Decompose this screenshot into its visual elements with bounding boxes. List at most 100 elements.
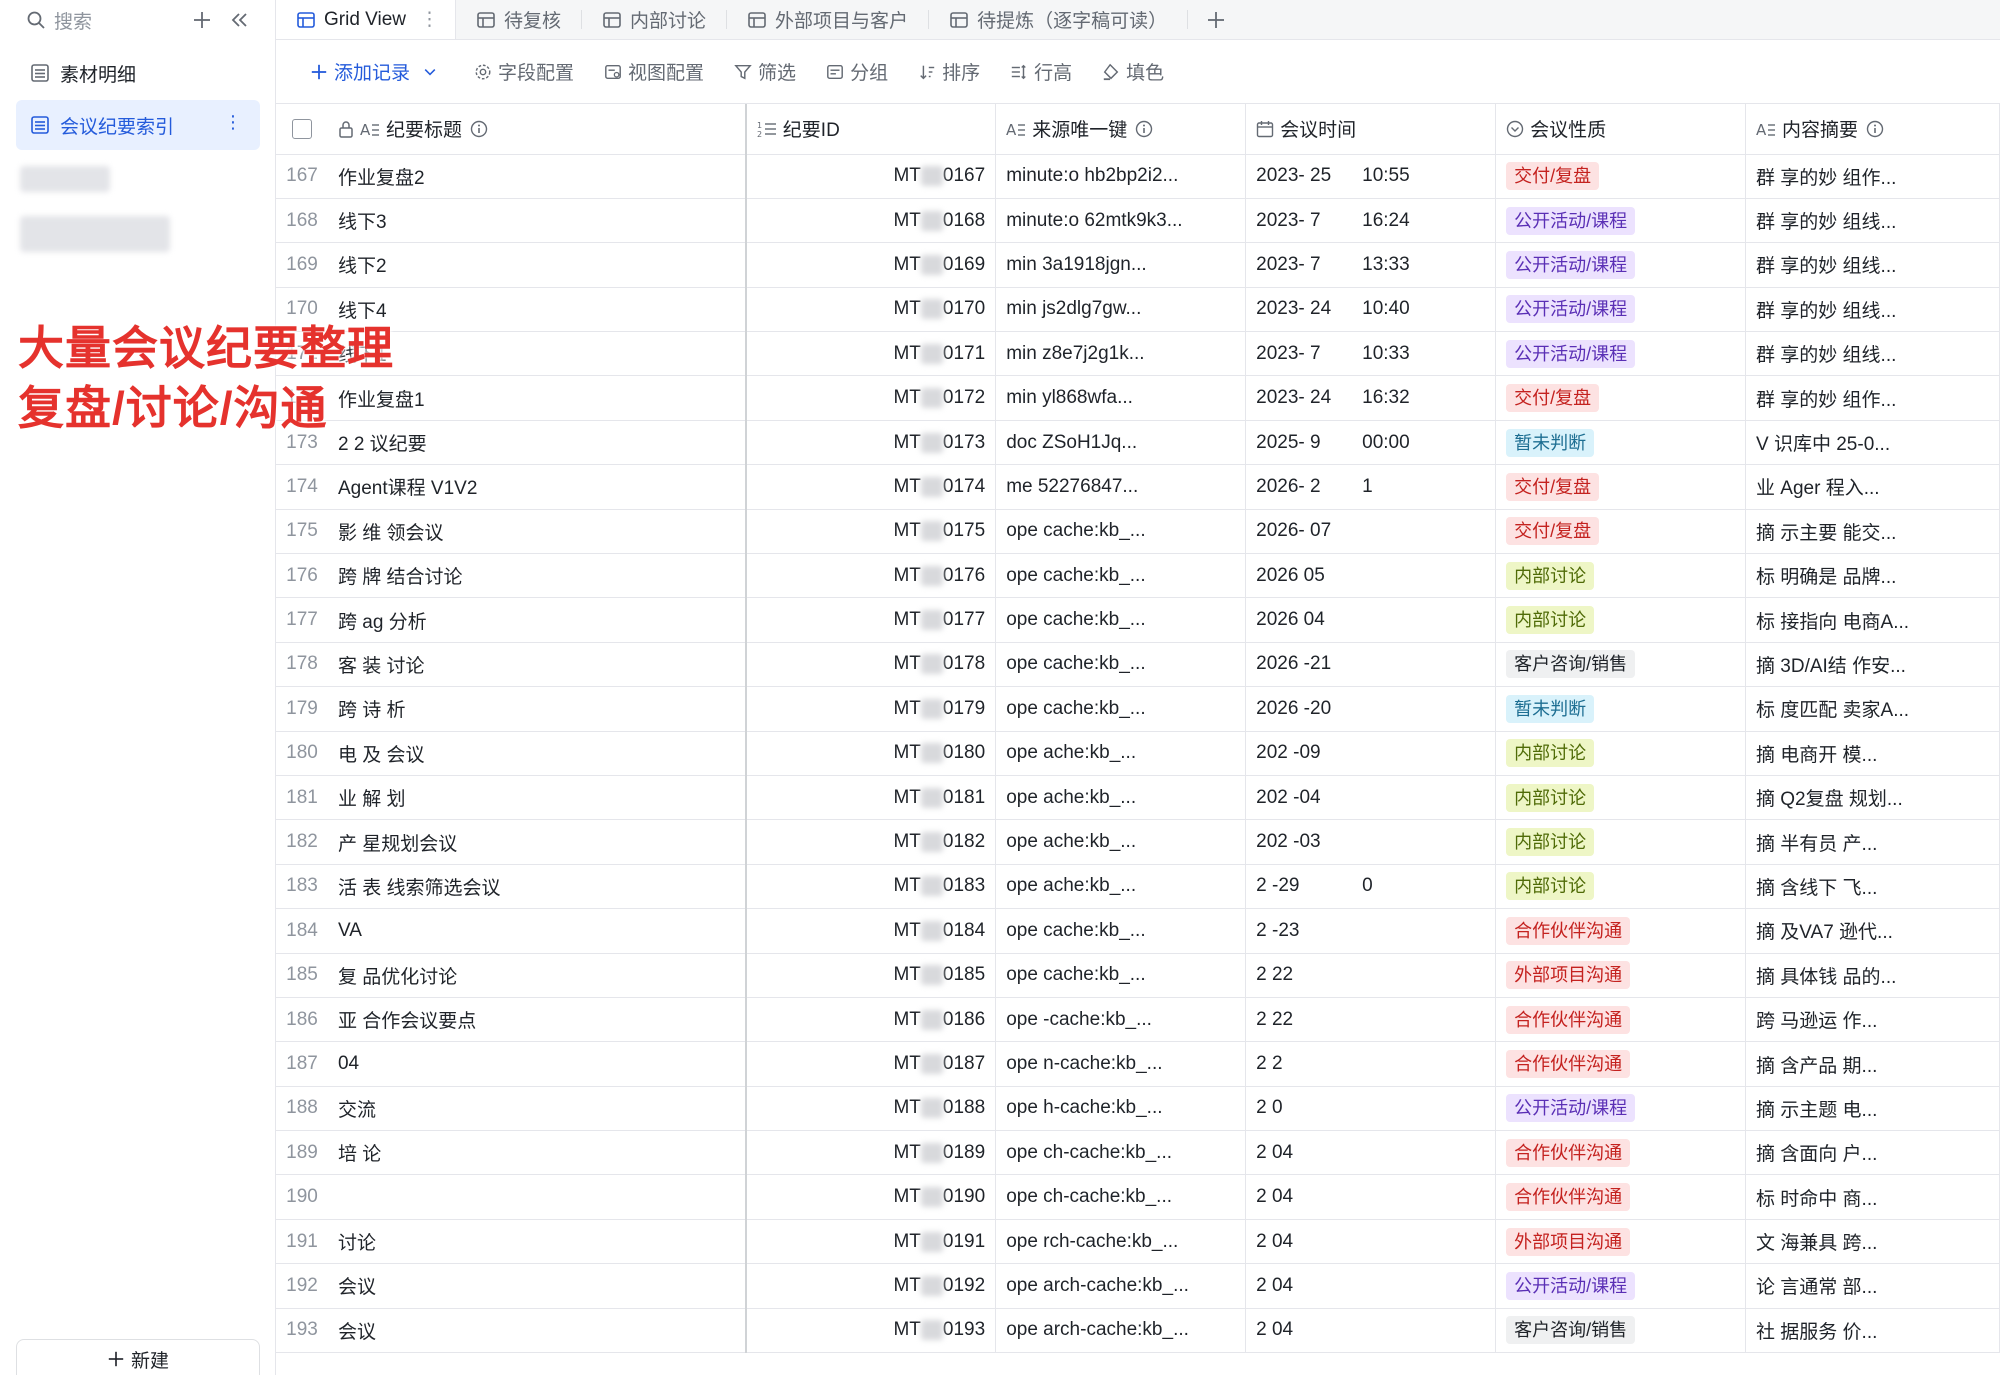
cell-id[interactable]: MT 0185 <box>745 953 997 998</box>
cell-summary[interactable]: 文 海兼具 跨... <box>1745 1219 2000 1265</box>
cell-title[interactable]: 培 论 <box>327 1130 747 1176</box>
cell-title[interactable]: 跨 诗 析 <box>327 686 747 732</box>
cell-id[interactable]: MT 0170 <box>745 287 997 333</box>
cell-summary[interactable]: 群 享的妙 组线... <box>1745 242 2000 288</box>
cell-meeting-time[interactable]: 202 -03 <box>1245 819 1497 865</box>
table-row[interactable]: 167 作业复盘2 MT 0167 minute:o hb2bp2i2... 2023- … <box>276 154 2000 199</box>
table-row[interactable]: 180 电 及 会议 MT 0180 ope ache:kb_... 202 -09 内部讨… <box>276 731 2000 776</box>
cell-summary[interactable]: 群 享的妙 组作... <box>1745 154 2000 199</box>
cell-summary[interactable]: 摘 含面向 户... <box>1745 1130 2000 1176</box>
cell-id[interactable]: MT 0181 <box>745 775 997 821</box>
info-icon[interactable] <box>1866 120 1884 138</box>
cell-meeting-type[interactable]: 客户咨询/销售 <box>1495 1308 1746 1354</box>
cell-meeting-type[interactable]: 外部项目沟通 <box>1495 1219 1746 1265</box>
cell-title[interactable]: 线下2 <box>327 242 747 288</box>
table-row[interactable]: 175 影 维 领会议 MT 0175 ope cache:kb_... 2026- 07… <box>276 509 2000 555</box>
cell-source-key[interactable]: min 3a1918jgn... <box>995 242 1247 288</box>
cell-summary[interactable]: 群 享的妙 组线... <box>1745 198 2000 244</box>
column-header-summary[interactable]: A 内容摘要 <box>1745 104 2000 155</box>
table-row[interactable]: 182 产 星规划会议 MT 0182 ope ache:kb_... 202 -03 内部… <box>276 819 2000 865</box>
filter-button[interactable]: 筛选 <box>734 58 796 85</box>
cell-summary[interactable]: 摘 Q2复盘 规划... <box>1745 775 2000 821</box>
cell-meeting-type[interactable]: 内部讨论 <box>1495 864 1746 910</box>
sidebar-item-meeting-index[interactable]: 会议纪要索引 ⋮ <box>16 100 260 150</box>
cell-title[interactable]: 会议 <box>327 1263 747 1309</box>
cell-meeting-time[interactable]: 2023- 24 10:40 <box>1245 287 1497 333</box>
cell-meeting-time[interactable]: 202 -04 <box>1245 775 1497 821</box>
cell-id[interactable]: MT 0192 <box>745 1263 997 1309</box>
table-row[interactable]: 186 亚 合作会议要点 MT 0186 ope -cache:kb_... 2 22 合作… <box>276 997 2000 1043</box>
cell-meeting-time[interactable]: 2026 05 <box>1245 553 1497 599</box>
cell-summary[interactable]: V 识库中 25-0... <box>1745 420 2000 466</box>
cell-title[interactable]: VA <box>327 908 747 954</box>
table-row[interactable]: 188 交流 MT 0188 ope h-cache:kb_... 2 0 公开活动/课程… <box>276 1086 2000 1132</box>
cell-meeting-time[interactable]: 2 04 <box>1245 1130 1497 1176</box>
tab-grid-view[interactable]: Grid View ⋮ <box>276 0 457 39</box>
table-row[interactable]: 185 复 品优化讨论 MT 0185 ope cache:kb_... 2 22 外部项目… <box>276 953 2000 998</box>
cell-meeting-type[interactable]: 暂未判断 <box>1495 420 1746 466</box>
cell-id[interactable]: MT 0179 <box>745 686 997 732</box>
cell-title[interactable]: 会议 <box>327 1308 747 1354</box>
cell-summary[interactable]: 摘 电商开 模... <box>1745 731 2000 776</box>
cell-source-key[interactable]: ope h-cache:kb_... <box>995 1086 1247 1132</box>
cell-summary[interactable]: 社 据服务 价... <box>1745 1308 2000 1354</box>
cell-title[interactable]: 线下3 <box>327 198 747 244</box>
tab-internal-discussion[interactable]: 内部讨论 <box>582 0 726 39</box>
info-icon[interactable] <box>470 120 488 138</box>
cell-summary[interactable]: 群 享的妙 组线... <box>1745 287 2000 333</box>
cell-summary[interactable]: 跨 马逊运 作... <box>1745 997 2000 1043</box>
cell-title[interactable]: 讨论 <box>327 1219 747 1265</box>
cell-meeting-type[interactable]: 合作伙伴沟通 <box>1495 1174 1746 1220</box>
tab-external-projects[interactable]: 外部项目与客户 <box>727 0 928 39</box>
cell-meeting-type[interactable]: 公开活动/课程 <box>1495 1086 1746 1132</box>
collapse-sidebar-button[interactable] <box>225 5 255 35</box>
info-icon[interactable] <box>1135 120 1153 138</box>
cell-meeting-type[interactable]: 外部项目沟通 <box>1495 953 1746 998</box>
fill-color-button[interactable]: 填色 <box>1102 58 1164 85</box>
column-header-meeting-time[interactable]: 会议时间 <box>1245 104 1497 155</box>
select-all-checkbox[interactable] <box>291 118 312 139</box>
cell-title[interactable]: 活 表 线索筛选会议 <box>327 864 747 910</box>
column-header-id[interactable]: 12 纪要ID <box>745 104 997 155</box>
cell-meeting-time[interactable]: 2025- 9 00:00 <box>1245 420 1497 466</box>
cell-meeting-time[interactable]: 2 04 <box>1245 1219 1497 1265</box>
cell-title[interactable]: Agent课程 V1V2 <box>327 464 747 510</box>
column-header-source-key[interactable]: A 来源唯一键 <box>995 104 1247 155</box>
cell-meeting-type[interactable]: 交付/复盘 <box>1495 464 1746 510</box>
cell-meeting-type[interactable]: 合作伙伴沟通 <box>1495 908 1746 954</box>
cell-source-key[interactable]: ope arch-cache:kb_... <box>995 1308 1247 1354</box>
cell-meeting-type[interactable]: 合作伙伴沟通 <box>1495 997 1746 1043</box>
cell-meeting-type[interactable]: 内部讨论 <box>1495 731 1746 776</box>
table-row[interactable]: 190 MT 0190 ope ch-cache:kb_... 2 04 合作伙伴沟通 标 … <box>276 1174 2000 1220</box>
cell-meeting-time[interactable]: 2 04 <box>1245 1263 1497 1309</box>
cell-source-key[interactable]: me 52276847... <box>995 464 1247 510</box>
cell-meeting-type[interactable]: 公开活动/课程 <box>1495 287 1746 333</box>
cell-summary[interactable]: 标 接指向 电商A... <box>1745 597 2000 643</box>
cell-summary[interactable]: 业 Ager 程入... <box>1745 464 2000 510</box>
cell-meeting-time[interactable]: 2 -29 0 <box>1245 864 1497 910</box>
search-input[interactable]: 搜索 <box>26 7 179 34</box>
cell-source-key[interactable]: ope arch-cache:kb_... <box>995 1263 1247 1309</box>
table-row[interactable]: 187 04 MT 0187 ope n-cache:kb_... 2 2 合作伙伴沟通 摘 … <box>276 1041 2000 1087</box>
table-row[interactable]: 181 业 解 划 MT 0181 ope ache:kb_... 202 -04 内部讨论… <box>276 775 2000 821</box>
column-header-title[interactable]: A 纪要标题 <box>327 104 747 155</box>
view-config-button[interactable]: 视图配置 <box>604 58 704 85</box>
cell-id[interactable]: MT 0177 <box>745 597 997 643</box>
cell-source-key[interactable]: ope cache:kb_... <box>995 686 1247 732</box>
cell-title[interactable]: 跨 ag 分析 <box>327 597 747 643</box>
cell-source-key[interactable]: ope n-cache:kb_... <box>995 1041 1247 1087</box>
table-row[interactable]: 172 作业复盘1 MT 0172 min yl868wfa... 2023- 24 16:… <box>276 375 2000 421</box>
cell-meeting-time[interactable]: 2 22 <box>1245 997 1497 1043</box>
cell-summary[interactable]: 标 明确是 品牌... <box>1745 553 2000 599</box>
cell-meeting-time[interactable]: 2 04 <box>1245 1174 1497 1220</box>
tab-pending-refine[interactable]: 待提炼（逐字稿可读） <box>929 0 1187 39</box>
table-row[interactable]: 174 Agent课程 V1V2 MT 0174 me 52276847... 2026… <box>276 464 2000 510</box>
table-row[interactable]: 193 会议 MT 0193 ope arch-cache:kb_... 2 04 客户咨… <box>276 1308 2000 1354</box>
select-all-cell[interactable] <box>276 104 328 155</box>
table-row[interactable]: 177 跨 ag 分析 MT 0177 ope cache:kb_... 2026 04 内… <box>276 597 2000 643</box>
cell-id[interactable]: MT 0183 <box>745 864 997 910</box>
cell-summary[interactable]: 标 时命中 商... <box>1745 1174 2000 1220</box>
cell-id[interactable]: MT 0175 <box>745 509 997 555</box>
cell-source-key[interactable]: ope ache:kb_... <box>995 864 1247 910</box>
cell-source-key[interactable]: doc ZSoH1Jq... <box>995 420 1247 466</box>
